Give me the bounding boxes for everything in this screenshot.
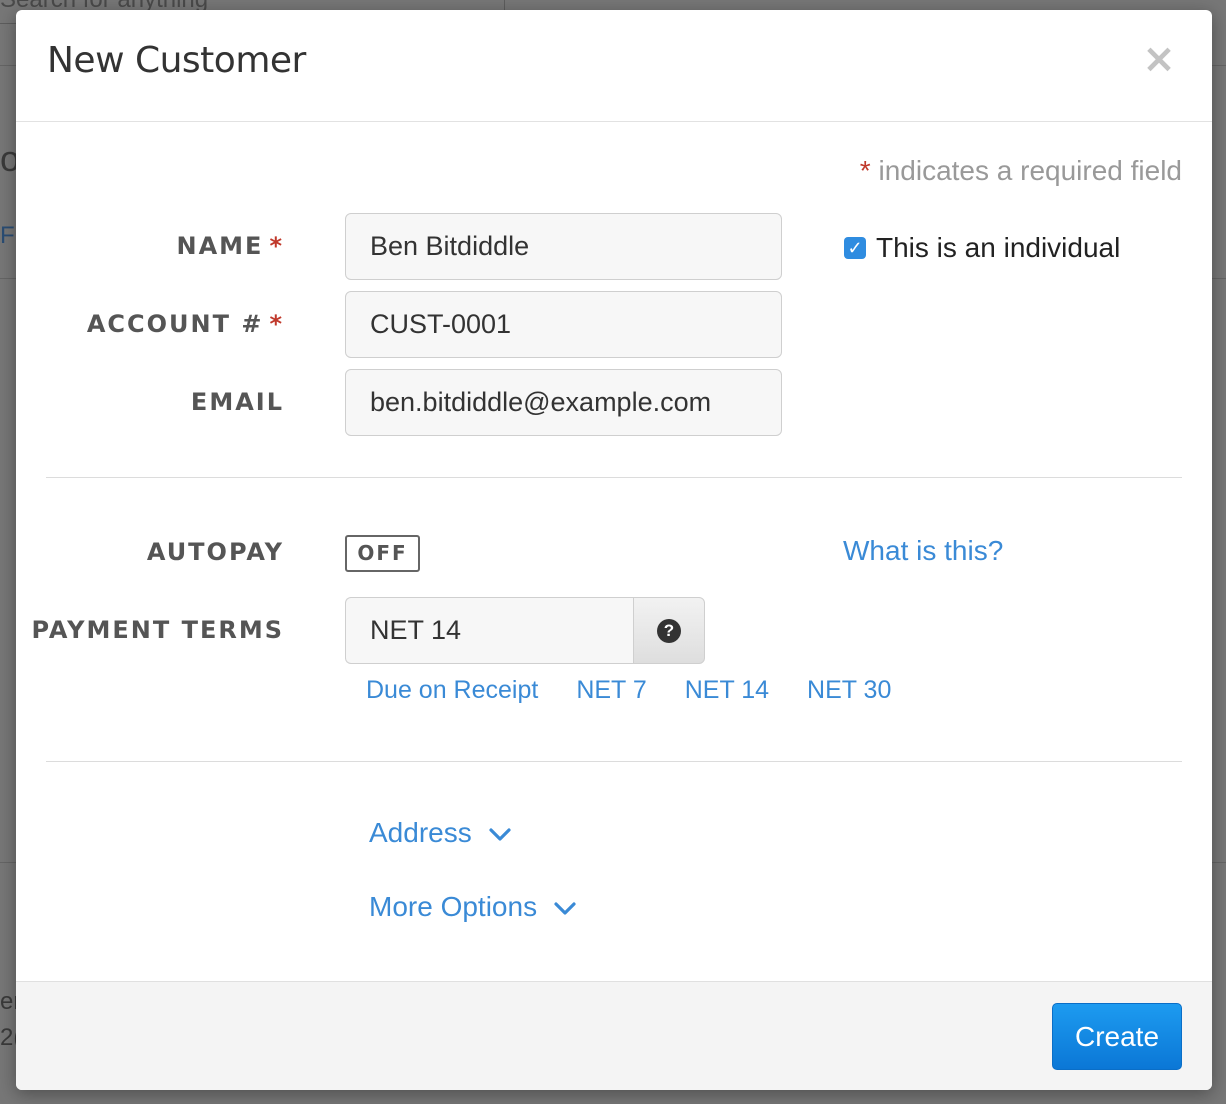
name-label: NAME * — [177, 232, 285, 260]
individual-label[interactable]: This is an individual — [876, 232, 1120, 264]
autopay-label: AUTOPAY — [146, 538, 284, 566]
account-number-input[interactable] — [345, 291, 782, 358]
modal-header: New Customer × — [16, 10, 1212, 122]
payment-terms-label: PAYMENT TERMS — [31, 616, 284, 644]
account-label: ACCOUNT # * — [87, 310, 284, 338]
individual-checkbox[interactable]: ✓ — [844, 237, 866, 259]
term-option-due-on-receipt[interactable]: Due on Receipt — [366, 676, 538, 705]
required-field-note: * indicates a required field — [860, 155, 1182, 187]
email-label: EMAIL — [190, 388, 284, 416]
individual-checkbox-row[interactable]: ✓ This is an individual — [844, 232, 1120, 264]
chevron-down-icon — [554, 902, 576, 915]
term-option-net-7[interactable]: NET 7 — [576, 676, 646, 705]
required-note-text: indicates a required field — [878, 155, 1182, 186]
payment-terms-group: ? — [345, 597, 705, 664]
modal-footer: Create — [16, 981, 1212, 1090]
chevron-down-icon — [488, 828, 511, 841]
address-expander[interactable]: Address — [369, 817, 512, 849]
required-marker: * — [269, 232, 284, 260]
question-icon: ? — [657, 618, 681, 643]
more-options-expander[interactable]: More Options — [369, 891, 577, 923]
new-customer-modal: New Customer × * indicates a required fi… — [16, 10, 1212, 1090]
section-divider — [46, 477, 1182, 478]
name-input[interactable] — [345, 213, 782, 280]
create-button[interactable]: Create — [1052, 1003, 1182, 1070]
what-is-this-link[interactable]: What is this? — [843, 535, 1003, 567]
autopay-toggle[interactable]: OFF — [345, 535, 420, 572]
payment-terms-help-button[interactable]: ? — [633, 597, 705, 664]
account-label-text: ACCOUNT # — [86, 310, 264, 338]
term-option-net-30[interactable]: NET 30 — [807, 676, 891, 705]
close-icon[interactable]: × — [1142, 39, 1176, 79]
modal-title: New Customer — [47, 40, 306, 81]
payment-terms-input[interactable] — [345, 597, 633, 664]
email-input[interactable] — [345, 369, 782, 436]
address-expander-label: Address — [369, 817, 472, 848]
more-options-expander-label: More Options — [369, 891, 538, 922]
name-label-text: NAME — [176, 232, 264, 260]
required-marker: * — [859, 155, 871, 186]
required-marker: * — [269, 310, 284, 338]
term-option-net-14[interactable]: NET 14 — [685, 676, 769, 705]
payment-term-options: Due on Receipt NET 7 NET 14 NET 30 — [366, 676, 929, 705]
section-divider — [46, 761, 1182, 762]
